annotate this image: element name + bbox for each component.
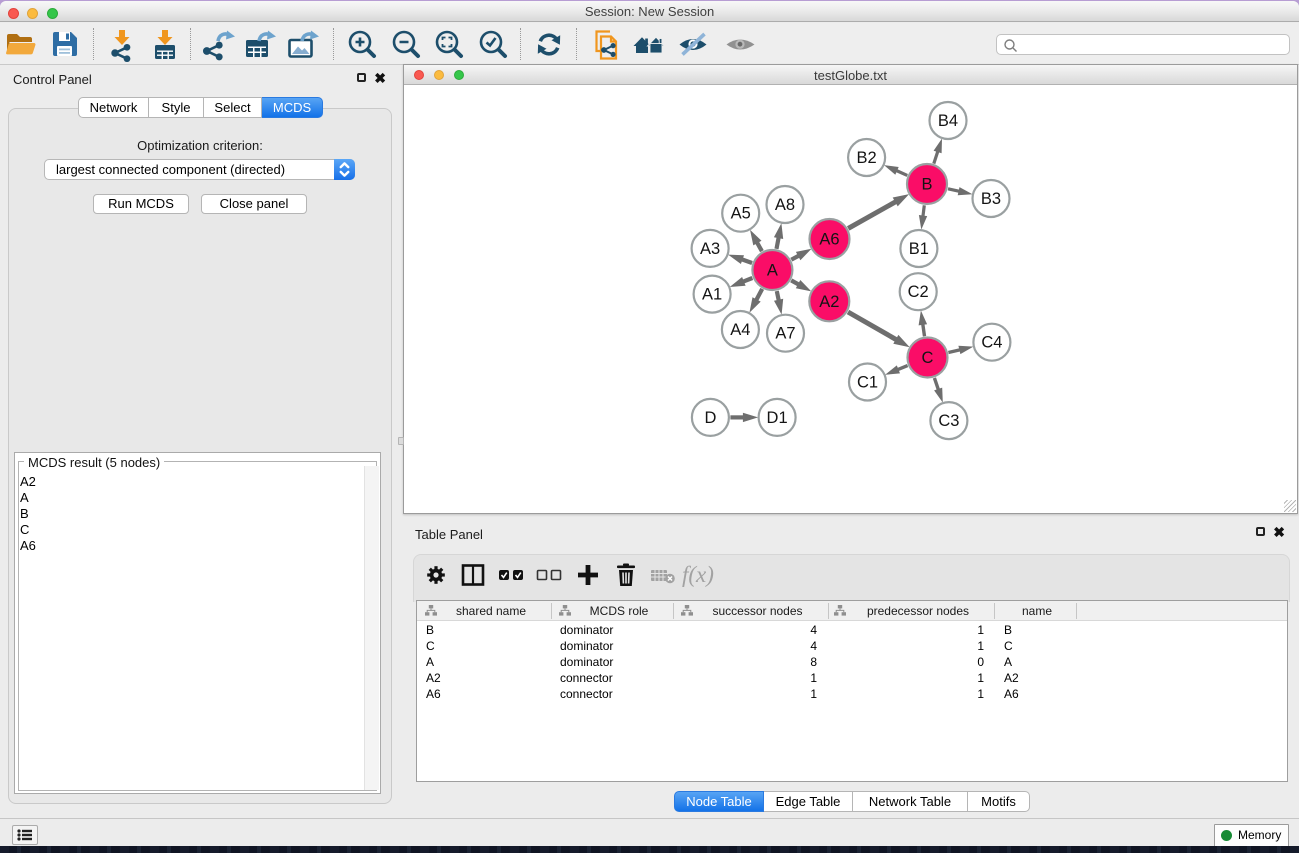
svg-text:B1: B1 bbox=[909, 240, 929, 258]
svg-text:D: D bbox=[704, 409, 716, 427]
svg-text:B2: B2 bbox=[857, 149, 877, 167]
svg-text:A7: A7 bbox=[775, 325, 795, 343]
svg-text:C4: C4 bbox=[981, 334, 1002, 352]
svg-text:A6: A6 bbox=[819, 231, 839, 249]
svg-text:C3: C3 bbox=[938, 412, 959, 430]
svg-text:A3: A3 bbox=[700, 240, 720, 258]
svg-text:A: A bbox=[767, 262, 778, 280]
svg-text:B: B bbox=[921, 176, 932, 194]
svg-text:A5: A5 bbox=[731, 205, 751, 223]
svg-text:A8: A8 bbox=[775, 196, 795, 214]
svg-text:f(x): f(x) bbox=[682, 562, 714, 587]
svg-text:B3: B3 bbox=[981, 190, 1001, 208]
svg-text:A1: A1 bbox=[702, 286, 722, 304]
svg-text:C1: C1 bbox=[857, 374, 878, 392]
svg-text:B4: B4 bbox=[938, 112, 958, 130]
svg-text:D1: D1 bbox=[767, 409, 788, 427]
svg-text:C2: C2 bbox=[908, 283, 929, 301]
svg-text:C: C bbox=[922, 349, 934, 367]
svg-text:A4: A4 bbox=[730, 321, 750, 339]
svg-text:A2: A2 bbox=[819, 293, 839, 311]
